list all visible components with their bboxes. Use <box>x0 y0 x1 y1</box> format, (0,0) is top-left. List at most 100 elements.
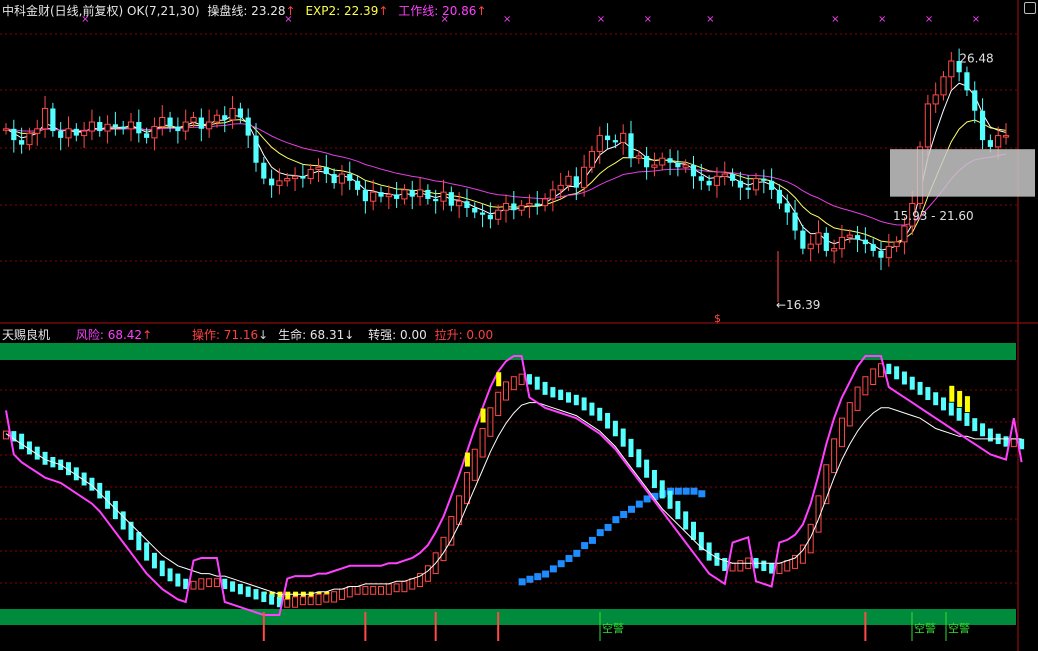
candle-down <box>675 162 681 168</box>
candle-up <box>456 200 463 207</box>
candle-down <box>800 230 806 249</box>
op-bar-up <box>463 472 470 505</box>
op-bar-down <box>589 402 595 416</box>
candle-up <box>838 236 846 250</box>
op-bar-down <box>261 591 267 603</box>
blue-step <box>698 490 706 498</box>
op-bar-down <box>253 589 259 600</box>
candle-down <box>573 176 579 188</box>
candle-down <box>612 140 618 143</box>
op-bar-down <box>144 542 150 561</box>
candle-down <box>604 135 611 141</box>
candle-up <box>65 128 72 139</box>
op-bar-up <box>331 591 338 603</box>
yellow-signal <box>957 390 963 407</box>
candle-down <box>97 122 103 132</box>
candle-up <box>229 107 236 121</box>
op-bar-down <box>159 560 165 577</box>
op-bar-down <box>269 594 275 605</box>
candle-up <box>190 117 197 123</box>
op-bar-down <box>894 366 900 380</box>
candle-down <box>479 212 486 215</box>
op-bar-up <box>354 586 361 595</box>
x-marker: × <box>925 14 933 25</box>
op-bar-down <box>636 449 642 468</box>
op-bar-down <box>19 433 25 450</box>
candle-up <box>940 76 947 96</box>
ma-fast-line <box>5 82 1007 251</box>
candle-down <box>854 235 861 240</box>
candle-down <box>19 140 25 145</box>
op-bar-up <box>292 596 299 608</box>
blue-step <box>526 575 534 583</box>
op-bar-down <box>761 560 767 571</box>
op-bar-up <box>870 368 877 385</box>
bottom-fill <box>285 591 291 600</box>
candle-down <box>167 117 173 127</box>
candle-up <box>315 166 322 171</box>
candle-up <box>81 130 88 137</box>
candle-up <box>807 243 814 250</box>
candle-down <box>73 128 79 136</box>
candle-down <box>394 194 400 199</box>
op-bar-up <box>284 598 291 608</box>
indicator-title: 天赐良机 <box>2 328 51 342</box>
op-bar-down <box>558 389 564 401</box>
yellow-signal <box>480 408 486 423</box>
op-bar-down <box>136 532 142 551</box>
candle-down <box>323 167 329 175</box>
blue-step <box>549 565 557 573</box>
candle-up <box>1002 135 1010 138</box>
candle-down <box>792 212 798 231</box>
candle-up <box>948 60 955 78</box>
candle-down <box>354 180 361 190</box>
op-bar-up <box>370 586 377 595</box>
op-bar-down <box>886 363 892 375</box>
candle-down <box>979 110 986 141</box>
op-bar-down <box>917 381 923 395</box>
op-bar-down <box>612 420 618 437</box>
exp2-label: EXP2: 22.39 <box>305 4 379 18</box>
candle-up <box>104 123 111 132</box>
candle-down <box>112 124 118 127</box>
op-bar-up <box>518 373 525 385</box>
candle-down <box>362 189 368 202</box>
candle-down <box>862 239 868 245</box>
candle-down <box>58 131 64 138</box>
op-bar-up <box>385 583 392 595</box>
op-bar-up <box>362 586 369 595</box>
life-label: 生命: 68.31 <box>278 328 345 342</box>
op-bar-up <box>784 560 791 572</box>
op-bar-down <box>651 469 657 489</box>
window-corner-icon[interactable] <box>1024 2 1036 14</box>
op-bar-down <box>628 438 634 458</box>
op-bar-down <box>550 387 556 398</box>
op-bar-down <box>901 371 907 385</box>
candle-down <box>987 140 993 147</box>
candle-up <box>440 191 447 202</box>
op-bar-up <box>393 583 400 593</box>
candle-down <box>472 207 478 213</box>
op-bar-down <box>987 428 993 442</box>
kong-label: 空警 <box>948 621 970 635</box>
op-bar-down <box>667 490 673 509</box>
op-bar-down <box>566 392 571 403</box>
candle-down <box>425 189 431 199</box>
blue-step <box>682 487 690 495</box>
candle-up <box>385 193 392 198</box>
candle-down <box>769 180 775 190</box>
yellow-signal <box>496 372 502 387</box>
candle-down <box>222 115 228 120</box>
candle-down <box>776 189 783 204</box>
candle-up <box>620 132 627 143</box>
op-bar-down <box>714 552 720 566</box>
blue-step <box>604 523 612 531</box>
caopan-up-arrow: ↑ <box>285 4 296 18</box>
op-bar-up <box>299 596 306 606</box>
candle-up <box>659 157 666 166</box>
candle-up <box>541 198 549 207</box>
candle-down <box>823 232 829 251</box>
yellow-signal <box>964 396 970 413</box>
candle-down <box>261 162 267 179</box>
candle-down <box>964 72 970 91</box>
